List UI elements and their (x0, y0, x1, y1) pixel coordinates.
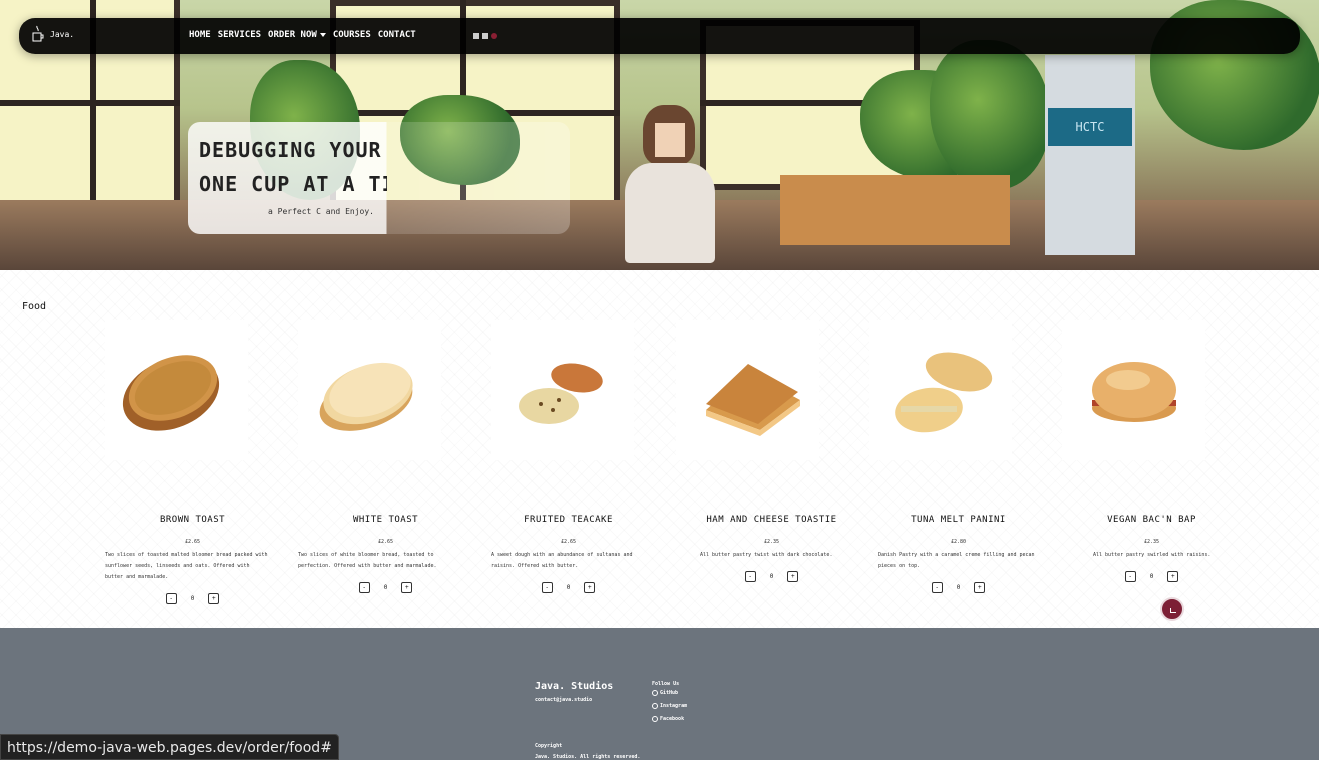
small-square-icon[interactable] (473, 33, 479, 39)
product-price: £2.65 (184, 539, 201, 545)
toastie-image (676, 320, 819, 460)
follow-title: Follow Us (652, 681, 680, 687)
product-name: VEGAN BAC'N BAP (1107, 515, 1196, 525)
facebook-icon (652, 716, 658, 722)
decrease-button[interactable]: - (744, 571, 756, 582)
quantity-value: 0 (190, 595, 195, 602)
copyright-title: Copyright (535, 743, 563, 749)
teacake-image (491, 320, 634, 460)
product-card: WHITE TOAST £2.65 Two slices of white bl… (298, 320, 473, 620)
quantity-value: 0 (1149, 573, 1154, 580)
quantity-value: 0 (566, 584, 571, 591)
nav-icons (473, 33, 497, 39)
hero-title: DEBUGGING YOUR DA ONE CUP AT A TIMI (199, 138, 387, 196)
product-description: Two slices of toasted malted bloomer bre… (105, 552, 268, 580)
hero-fridge (1045, 55, 1135, 255)
product-card: TUNA MELT PANINI £2.80 Danish Pastry wit… (869, 320, 1044, 620)
quantity-stepper: - 0 + (684, 571, 859, 582)
product-price: £2.65 (377, 539, 394, 545)
product-card: FRUITED TEACAKE £2.65 A sweet dough with… (491, 320, 666, 620)
quantity-value: 0 (769, 573, 774, 580)
navbar: Java. HOME SERVICES ORDER NOW COURSES CO… (19, 18, 1300, 54)
pixel-person (625, 105, 715, 265)
product-description: A sweet dough with an abundance of sulta… (491, 552, 633, 569)
quantity-value: 0 (956, 584, 961, 591)
bap-image (1062, 320, 1205, 460)
quantity-value: 0 (383, 584, 388, 591)
product-description: All butter pastry swirled with raisins. (1093, 552, 1211, 558)
quantity-stepper: - 0 + (1064, 571, 1239, 582)
hero-subtitle: a Perfect C and Enjoy. (268, 207, 374, 216)
nav-order-now[interactable]: ORDER NOW (268, 30, 326, 40)
coffee-cup-icon (32, 25, 44, 43)
product-description: Danish Pastry with a caramel creme filli… (878, 552, 1035, 569)
section-title: Food (22, 301, 47, 312)
product-price: £2.35 (1143, 539, 1160, 545)
product-name: FRUITED TEACAKE (524, 515, 613, 525)
product-card: VEGAN BAC'N BAP £2.35 All butter pastry … (1062, 320, 1237, 620)
nav-home[interactable]: HOME (189, 30, 211, 40)
product-price: £2.65 (560, 539, 577, 545)
increase-button[interactable]: + (974, 582, 986, 593)
instagram-icon (652, 703, 658, 709)
social-github[interactable]: GitHub (652, 690, 678, 696)
increase-button[interactable]: + (401, 582, 413, 593)
nav-links: HOME SERVICES ORDER NOW COURSES CONTACT (189, 30, 416, 40)
nav-services[interactable]: SERVICES (218, 30, 261, 40)
hero-desk (780, 175, 1010, 245)
product-description: All butter pastry twist with dark chocol… (700, 552, 833, 558)
nav-courses[interactable]: COURSES (333, 30, 371, 40)
increase-button[interactable]: + (208, 593, 220, 604)
social-instagram[interactable]: Instagram (652, 703, 687, 709)
food-section: Food BROWN TOAST £2.65 Two slices of toa… (0, 270, 1319, 628)
footer-brand: Java. Studios (535, 681, 614, 692)
logo-text: Java. (50, 29, 75, 39)
copyright-text: Java. Studios. All rights reserved. (535, 754, 641, 760)
product-card: BROWN TOAST £2.65 Two slices of toasted … (105, 320, 280, 620)
increase-button[interactable]: + (787, 571, 799, 582)
product-name: HAM AND CHEESE TOASTIE (706, 515, 837, 525)
product-name: TUNA MELT PANINI (911, 515, 1006, 525)
decrease-button[interactable]: - (541, 582, 553, 593)
white-toast-image (298, 320, 441, 460)
decrease-button[interactable]: - (931, 582, 943, 593)
panini-image (869, 320, 1012, 460)
increase-button[interactable]: + (1167, 571, 1179, 582)
theme-dot-icon[interactable] (491, 33, 497, 39)
product-card: HAM AND CHEESE TOASTIE £2.35 All butter … (676, 320, 851, 620)
decrease-button[interactable]: - (165, 593, 177, 604)
product-price: £2.35 (763, 539, 780, 545)
product-name: BROWN TOAST (159, 515, 226, 525)
quantity-stepper: - 0 + (481, 582, 656, 593)
increase-button[interactable]: + (584, 582, 596, 593)
quantity-stepper: - 0 + (105, 593, 280, 604)
product-description: Two slices of white bloomer bread, toast… (298, 552, 437, 569)
footer-email[interactable]: contact@java.studio (535, 697, 592, 703)
cart-button[interactable] (1160, 597, 1184, 621)
quantity-stepper: - 0 + (298, 582, 473, 593)
decrease-button[interactable]: - (358, 582, 370, 593)
product-price: £2.80 (950, 539, 967, 545)
social-facebook[interactable]: Facebook (652, 716, 684, 722)
product-name: WHITE TOAST (352, 515, 419, 525)
decrease-button[interactable]: - (1124, 571, 1136, 582)
status-url: https://demo-java-web.pages.dev/order/fo… (0, 734, 339, 760)
nav-contact[interactable]: CONTACT (378, 30, 416, 40)
small-square-icon[interactable] (482, 33, 488, 39)
quantity-stepper: - 0 + (871, 582, 1046, 593)
brown-toast-image (105, 320, 248, 460)
github-icon (652, 690, 658, 696)
logo[interactable]: Java. (32, 25, 74, 43)
